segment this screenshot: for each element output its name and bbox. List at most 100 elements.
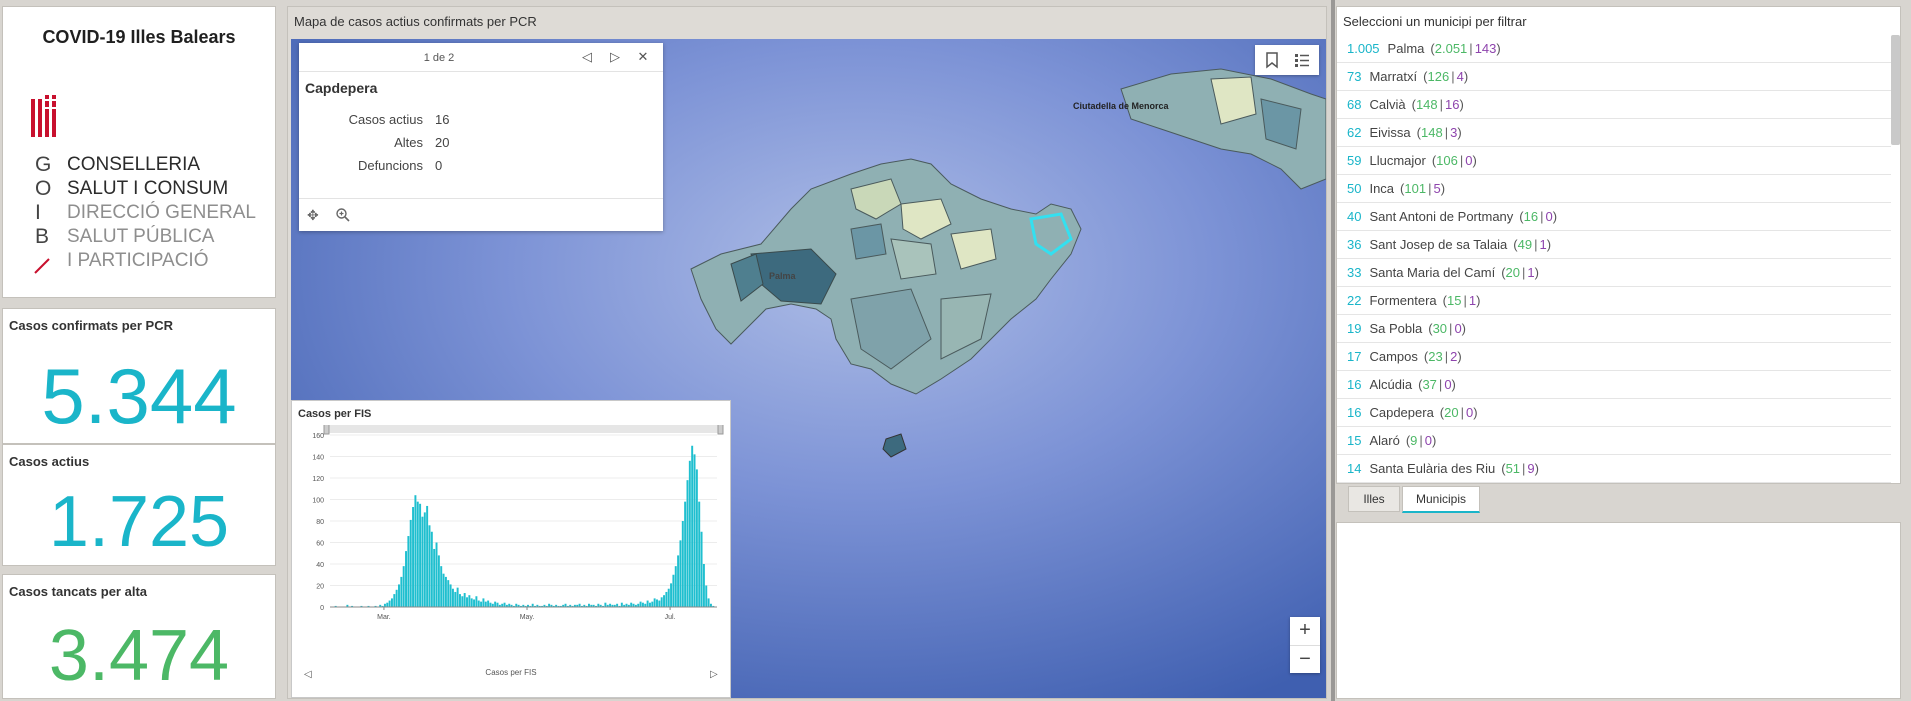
prev-icon[interactable]: ◁ [579,49,595,65]
municipi-name: Eivissa [1369,125,1411,140]
paren-close: ) [1459,97,1464,112]
scroll-right-icon[interactable]: ▷ [710,669,718,680]
municipi-altes: 2.051 [1434,41,1468,56]
chart-panel: Casos per FIS 0 20 40 60 80 100 120 140 160 Mar. M… [291,400,731,698]
bookmark-icon[interactable] [1263,51,1281,69]
municipi-altes: 106 [1436,153,1458,168]
bar [419,503,422,607]
chart-title: Casos per FIS [298,408,372,420]
municipi-name: Alaró [1369,433,1400,448]
paren-close: ) [1476,293,1481,308]
zoom-out-button[interactable]: − [1290,645,1320,674]
bar [402,566,405,607]
list-item[interactable]: 16 Alcúdia (37 | 0) [1337,371,1891,399]
y-tick-label: 160 [312,433,324,440]
list-item[interactable]: 50 Inca (101 | 5) [1337,175,1891,203]
paren-close: ) [1552,209,1558,224]
bar [475,596,478,607]
paren-close: ) [1432,433,1437,448]
bar [395,589,398,607]
kpi-casos-pcr: Casos confirmats per PCR 5.344 [2,308,276,444]
bar [456,587,459,607]
list-item[interactable]: 73 Marratxí (126 | 4) [1337,63,1891,91]
municipi-altes: 49 [1517,237,1533,252]
bar [641,602,644,607]
list-item[interactable]: 1.005 Palma (2.051 | 143) [1337,35,1891,63]
list-item[interactable]: 36 Sant Josep de sa Talaia (49 | 1) [1337,231,1891,259]
list-item[interactable]: 19 Sa Pobla (30 | 0) [1337,315,1891,343]
bar [454,591,457,607]
municipi-defuncions: 0 [1465,153,1473,168]
bar [646,600,649,607]
tab-illes[interactable]: Illes [1348,486,1400,512]
list-item[interactable]: 16 Capdepera (20 | 0) [1337,399,1891,427]
zoom-to-icon[interactable] [335,207,351,223]
municipi-altes: 23 [1428,349,1443,364]
municipi-defuncions: 143 [1474,41,1497,56]
kpi-casos-altes: Casos tancats per alta 3.474 [2,574,276,699]
municipi-altes: 148 [1415,97,1438,112]
municipi-name: Calvià [1369,97,1406,112]
bar [426,505,429,607]
x-tick-label: Mar. [377,614,391,621]
pan-icon[interactable]: ✥ [307,207,323,223]
paren-close: ) [1496,41,1501,56]
bar [665,591,668,607]
y-tick-label: 100 [312,498,324,505]
bar [433,548,436,607]
bar [390,598,393,607]
goib-logo: G O I B CONSELLERIA SALUT I CONSUM DIREC… [29,95,269,285]
bar [705,585,708,607]
field-value: 16 [435,112,450,127]
next-icon[interactable]: ▷ [607,49,623,65]
list-item[interactable]: 62 Eivissa (148 | 3) [1337,119,1891,147]
field-value: 0 [435,158,443,173]
municipi-altes: 20 [1444,405,1459,420]
bar [660,597,663,607]
list-item[interactable]: 14 Santa Eulària des Riu (51 | 9) [1337,455,1891,483]
municipi-count: 17 [1347,349,1362,364]
map-label-palma: Palma [769,271,796,281]
paren-close: ) [1457,349,1462,364]
y-tick-label: 80 [316,519,324,526]
map-panel: Mapa de casos actius confirmats per PCR [287,6,1327,699]
municipi-name: Alcúdia [1369,377,1413,392]
municipi-defuncions: 0 [1424,433,1433,448]
list-item[interactable]: 40 Sant Antoni de Portmany (16 | 0) [1337,203,1891,231]
x-tick-label: May. [520,614,535,621]
list-item[interactable]: 15 Alaró (9 | 0) [1337,427,1891,455]
municipi-region[interactable] [850,223,887,260]
municipi-altes: 20 [1505,265,1521,280]
map-view[interactable]: Ciutadella de Menorca Palma 1 de 2 ◁ ▷ ✕… [291,39,1326,698]
bar [398,584,400,607]
municipi-defuncions: 0 [1444,377,1452,392]
municipi-name: Capdepera [1369,405,1434,420]
list-item[interactable]: 33 Santa Maria del Camí (20 | 1) [1337,259,1891,287]
scroll-left-icon[interactable]: ◁ [304,669,312,680]
list-item[interactable]: 59 Llucmajor (106 | 0) [1337,147,1891,175]
municipi-name: Llucmajor [1369,153,1426,168]
close-icon[interactable]: ✕ [635,49,651,65]
bar [440,566,443,607]
municipi-count: 15 [1347,433,1362,448]
kpi-casos-actius: Casos actius 1.725 [2,444,276,566]
bar [672,574,675,607]
feature-popup: 1 de 2 ◁ ▷ ✕ Capdepera Casos actius 16 A… [299,43,663,231]
kpi-label: Casos actius [9,454,90,469]
field-label: Defuncions [357,158,423,173]
bar [463,593,466,607]
bar [435,542,438,607]
list-item[interactable]: 68 Calvià (148 | 16) [1337,91,1891,119]
paren-close: ) [1472,153,1477,168]
bar [459,594,461,607]
municipi-count: 36 [1347,237,1362,252]
scrollbar[interactable] [1891,35,1900,145]
panel-divider[interactable] [1331,0,1335,701]
list-item[interactable]: 17 Campos (23 | 2) [1337,343,1891,371]
legend-list-icon[interactable] [1293,51,1311,69]
bar [698,501,701,607]
list-item[interactable]: 22 Formentera (15 | 1) [1337,287,1891,315]
municipi-defuncions: 9 [1527,461,1535,476]
zoom-in-button[interactable]: + [1290,617,1320,645]
tab-municipis[interactable]: Municipis [1402,486,1480,513]
